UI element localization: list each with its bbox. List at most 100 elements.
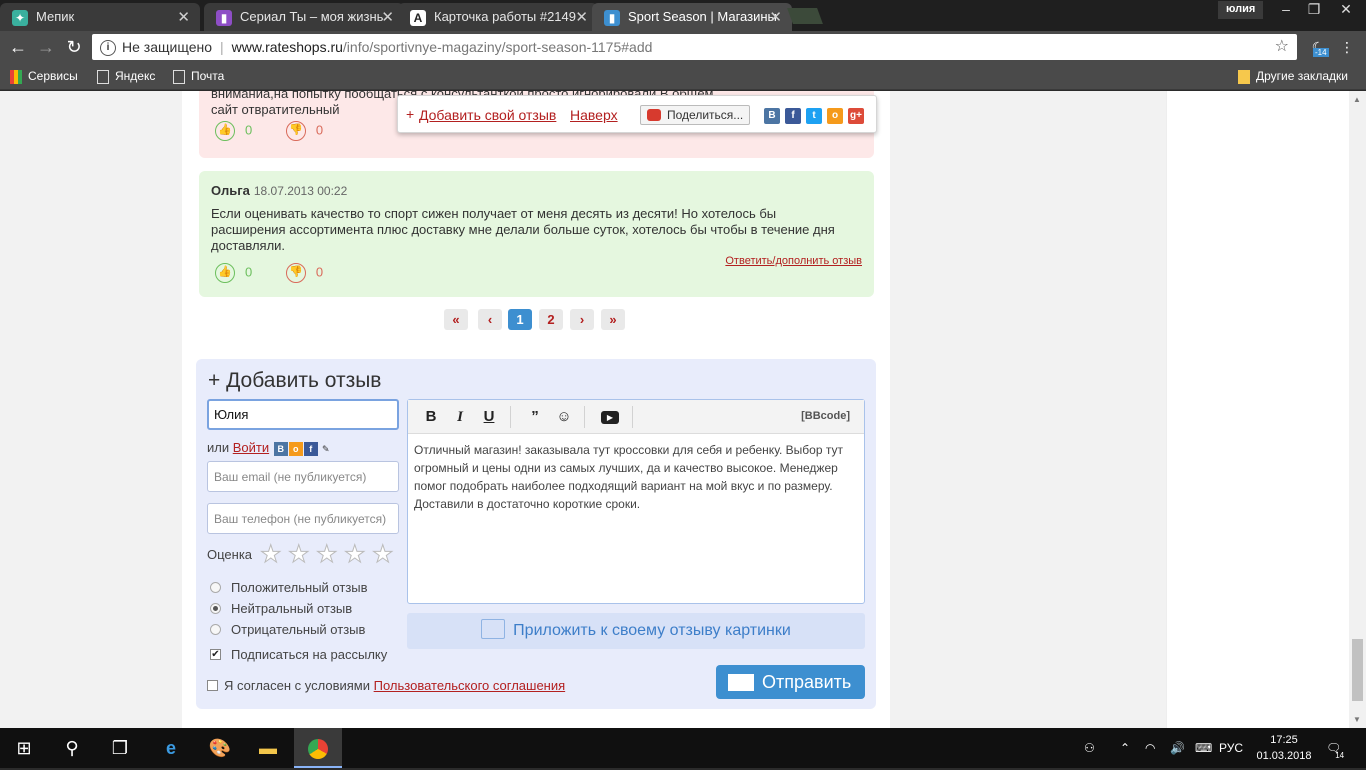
star-icon[interactable]: ★ (344, 542, 372, 567)
quote-icon[interactable]: ” (524, 407, 546, 427)
paint-icon[interactable]: 🎨 (196, 728, 244, 768)
dislike-button[interactable]: 👎 0 (285, 263, 323, 283)
radio-negative[interactable]: Отрицательный отзыв (210, 622, 365, 637)
fb-login-icon[interactable]: f (303, 441, 318, 456)
star-icon[interactable]: ★ (288, 542, 316, 567)
reload-icon[interactable]: ↻ (62, 35, 86, 59)
close-icon[interactable]: ✕ (381, 8, 394, 26)
image-icon (481, 618, 506, 639)
star-rating[interactable]: ★ ★ ★ ★ ★ (260, 542, 400, 567)
profile-button[interactable]: юлия (1218, 1, 1264, 19)
scroll-thumb[interactable] (1352, 639, 1363, 701)
close-window-icon[interactable]: ✕ (1332, 0, 1360, 20)
notification-icon[interactable]: 🗨14 (1326, 728, 1350, 768)
italic-icon[interactable]: I (449, 407, 471, 427)
close-icon[interactable]: ✕ (575, 8, 588, 26)
email-field[interactable]: Ваш email (не публикуется) (207, 461, 399, 492)
minimize-icon[interactable]: – (1272, 0, 1300, 20)
dislike-button[interactable]: 👎 0 (285, 121, 323, 141)
radio-positive[interactable]: Положительный отзыв (210, 580, 368, 595)
youtube-icon[interactable]: ▶ (599, 407, 621, 427)
bookmark-apps[interactable]: Сервисы (10, 69, 78, 84)
checkbox-icon[interactable] (207, 680, 218, 692)
send-button[interactable]: Отправить (716, 665, 865, 699)
info-icon[interactable]: i (100, 40, 116, 57)
reply-link[interactable]: Ответить/дополнить отзыв (725, 255, 862, 267)
bookmark-star-icon[interactable]: ☆ (1275, 34, 1289, 60)
underline-icon[interactable]: U (478, 407, 500, 427)
page-first[interactable]: « (444, 309, 468, 330)
windows-start-icon[interactable]: ⊞ (0, 728, 48, 768)
address-bar[interactable]: i Не защищено | www.rateshops.ru/info/sport… (92, 34, 1297, 60)
page-2[interactable]: 2 (539, 309, 563, 330)
odnoklassniki-icon[interactable]: o (827, 108, 843, 124)
back-icon[interactable]: ← (6, 35, 30, 59)
radio-icon[interactable] (210, 624, 221, 636)
share-icon (647, 109, 661, 121)
like-button[interactable]: 👍 0 (215, 121, 252, 141)
radio-icon[interactable] (210, 582, 221, 594)
bbcode-toggle[interactable]: [BBcode] (801, 410, 850, 422)
facebook-icon[interactable]: f (785, 108, 801, 124)
page-1[interactable]: 1 (508, 309, 532, 330)
close-icon[interactable]: ✕ (769, 8, 782, 26)
radio-selected-icon[interactable] (210, 603, 221, 615)
page-next[interactable]: › (570, 309, 594, 330)
radio-neutral[interactable]: Нейтральный отзыв (210, 601, 352, 616)
tab-sport-season[interactable]: ▮ Sport Season | Магазины ✕ (592, 3, 792, 31)
star-icon[interactable]: ★ (372, 542, 400, 567)
menu-icon[interactable]: ⋮ (1336, 36, 1358, 58)
attach-images-button[interactable]: Приложить к своему отзыву картинки (407, 613, 865, 649)
bookmark-mail[interactable]: Почта (173, 69, 224, 84)
page-prev[interactable]: ‹ (478, 309, 502, 330)
keyboard-icon[interactable]: ⌨ (1195, 728, 1212, 768)
explorer-folder-icon[interactable]: ▬ (244, 728, 292, 768)
chevron-up-icon[interactable]: ⌃ (1120, 728, 1130, 768)
page-last[interactable]: » (601, 309, 625, 330)
moon-extension-icon[interactable]: ☾ -14 (1307, 36, 1329, 58)
review-textarea[interactable]: Отличный магазин! заказывала тут кроссов… (414, 441, 858, 513)
language-indicator[interactable]: РУС (1219, 728, 1243, 768)
new-tab-button[interactable] (787, 8, 823, 24)
chrome-icon[interactable] (294, 728, 342, 768)
search-icon[interactable]: ⚲ (48, 728, 96, 768)
pencil-icon[interactable]: ✎ (319, 442, 333, 456)
bookmark-other[interactable]: Другие закладки (1238, 69, 1348, 84)
vk-icon[interactable]: B (764, 108, 780, 124)
tab-serial[interactable]: ▮ Сериал Ты – моя жизнь ✕ (204, 3, 404, 31)
share-button[interactable]: Поделиться... (640, 105, 751, 125)
star-icon[interactable]: ★ (260, 542, 288, 567)
ok-login-icon[interactable]: o (288, 441, 303, 456)
add-review-link[interactable]: Добавить свой отзыв (419, 107, 556, 123)
wifi-icon[interactable]: ◠ (1145, 728, 1155, 768)
name-field[interactable]: Юлия (207, 399, 399, 430)
volume-icon[interactable]: 🔊 (1170, 728, 1185, 768)
bold-icon[interactable]: B (420, 407, 442, 427)
smiley-icon[interactable]: ☺ (553, 407, 575, 427)
page-scrollbar[interactable]: ▲ ▼ (1349, 91, 1366, 728)
star-icon[interactable]: ★ (316, 542, 344, 567)
to-top-link[interactable]: Наверх (570, 107, 618, 123)
checkmark-icon[interactable]: ✔ (210, 649, 221, 661)
login-link[interactable]: Войти (233, 440, 269, 455)
tab-mepik[interactable]: ✦ Мепик ✕ (0, 3, 200, 31)
scroll-down-icon[interactable]: ▼ (1353, 715, 1361, 724)
edge-icon[interactable]: e (147, 728, 195, 768)
like-button[interactable]: 👍 0 (215, 263, 252, 283)
phone-field[interactable]: Ваш телефон (не публикуется) (207, 503, 399, 534)
people-icon[interactable]: ⚇ (1084, 728, 1095, 768)
close-icon[interactable]: ✕ (177, 8, 190, 26)
subscribe-checkbox[interactable]: ✔ Подписаться на рассылку (210, 647, 387, 662)
google-plus-icon[interactable]: g+ (848, 108, 864, 124)
forward-icon[interactable]: → (34, 35, 58, 59)
agreement-checkbox[interactable]: Я согласен с условиями Пользовательского… (207, 678, 565, 693)
tab-kartochka[interactable]: A Карточка работы #2149 ✕ (398, 3, 598, 31)
clock[interactable]: 17:25 01.03.2018 (1255, 732, 1313, 764)
scroll-up-icon[interactable]: ▲ (1353, 95, 1361, 104)
maximize-icon[interactable]: ❐ (1300, 0, 1328, 20)
bookmark-yandex[interactable]: Яндекс (97, 69, 155, 84)
vk-login-icon[interactable]: B (273, 441, 288, 456)
twitter-icon[interactable]: t (806, 108, 822, 124)
task-view-icon[interactable]: ❐ (96, 728, 144, 768)
agreement-link[interactable]: Пользовательского соглашения (374, 678, 566, 693)
